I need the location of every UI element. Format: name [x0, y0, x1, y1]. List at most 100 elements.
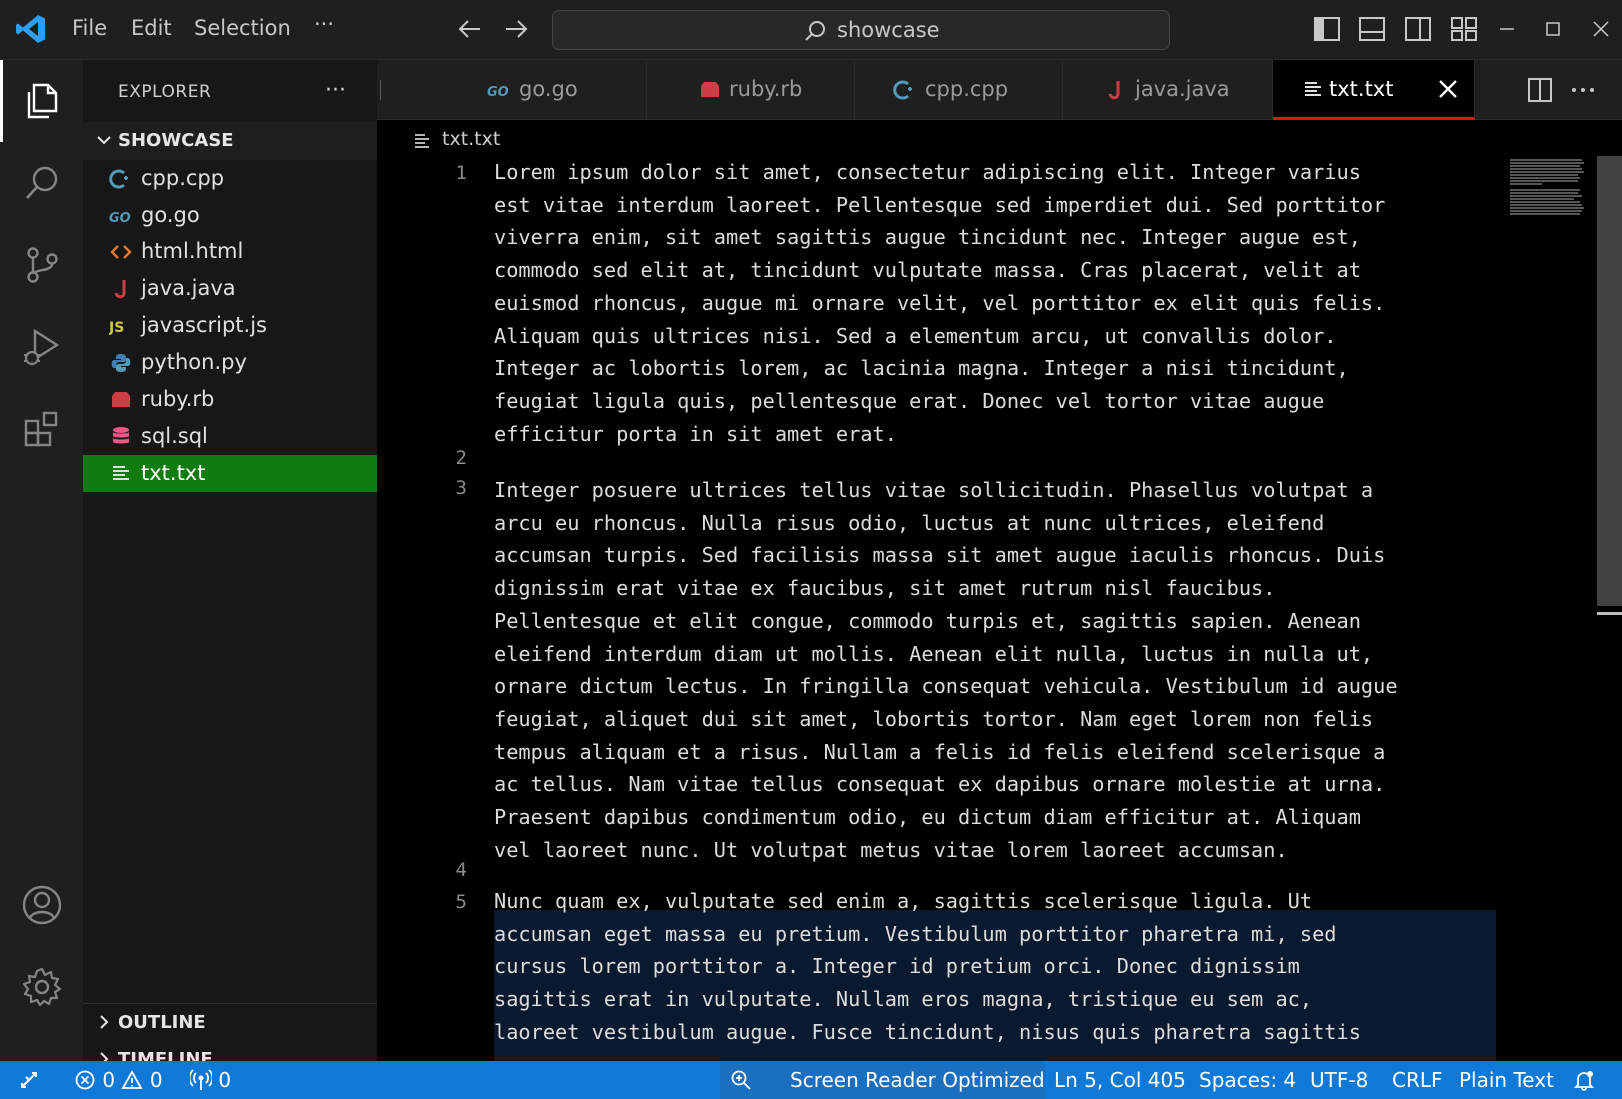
title-bar: File Edit Selection ··· showcase [0, 0, 1622, 60]
account-icon [22, 885, 61, 925]
editor-line: Lorem ipsum dolor sit amet, consectetur … [494, 160, 1386, 446]
java-icon [114, 280, 126, 299]
file-item-sql[interactable]: sql.sql [83, 418, 377, 455]
minimize-icon[interactable] [1496, 18, 1518, 40]
warning-icon [121, 1070, 143, 1089]
text-editor[interactable]: 1 2 3 4 5 Lorem ipsum dolor sit amet, co… [377, 156, 1507, 1061]
cpp-icon [109, 169, 128, 189]
tab-overflow-divider [377, 80, 381, 100]
go-icon: GO [109, 211, 131, 226]
file-item-python[interactable]: python.py [83, 344, 377, 381]
file-name: java.java [141, 276, 236, 300]
activity-manage[interactable] [0, 946, 83, 1028]
activity-run-debug[interactable] [0, 306, 83, 388]
indentation[interactable]: Spaces: 4 [1199, 1068, 1296, 1092]
sidebar-more-actions[interactable]: ··· [325, 78, 346, 103]
customize-layout-icon[interactable] [1450, 16, 1478, 42]
gear-icon [22, 967, 61, 1007]
line-number: 5 [455, 891, 467, 913]
forward-arrow-icon[interactable] [501, 14, 531, 44]
toggle-panel-icon[interactable] [1358, 16, 1386, 42]
error-count: 0 [102, 1068, 116, 1092]
javascript-icon: JS [109, 320, 124, 336]
remote-indicator[interactable] [18, 1068, 40, 1092]
file-name: cpp.cpp [141, 166, 225, 190]
back-arrow-icon[interactable] [455, 14, 485, 44]
file-name: go.go [141, 203, 200, 227]
run-debug-icon [23, 328, 59, 366]
tab-cpp[interactable]: cpp.cpp [855, 60, 1063, 120]
bell-icon [1573, 1071, 1595, 1091]
line-number: 1 [455, 162, 467, 184]
problems-indicator[interactable]: 0 0 [74, 1068, 163, 1092]
command-center-search[interactable]: showcase [552, 10, 1170, 50]
file-item-cpp[interactable]: cpp.cpp [83, 160, 377, 197]
folder-section-header[interactable]: SHOWCASE [83, 122, 377, 160]
menu-edit[interactable]: Edit [131, 16, 172, 40]
notifications[interactable] [1573, 1068, 1595, 1092]
toggle-secondary-sidebar-icon[interactable] [1404, 16, 1432, 42]
file-name: javascript.js [141, 313, 267, 337]
activity-extensions[interactable] [0, 388, 83, 470]
cursor-position[interactable]: Ln 5, Col 405 [1054, 1068, 1186, 1092]
minimap[interactable] [1508, 156, 1598, 226]
error-icon [75, 1070, 95, 1090]
screen-reader-mode[interactable]: Screen Reader Optimized [790, 1068, 1045, 1092]
activity-bar [0, 60, 83, 1061]
breadcrumb-file: txt.txt [442, 128, 501, 150]
activity-search[interactable] [0, 142, 83, 224]
tab-java[interactable]: java.java [1063, 60, 1273, 120]
file-name: sql.sql [141, 424, 208, 448]
line-number: 3 [455, 477, 467, 499]
activity-explorer[interactable] [0, 60, 83, 142]
folder-name: SHOWCASE [118, 130, 234, 151]
ports-indicator[interactable]: 0 [188, 1068, 231, 1092]
file-item-ruby[interactable]: ruby.rb [83, 381, 377, 418]
tab-label: cpp.cpp [925, 77, 1009, 101]
tab-ruby[interactable]: ruby.rb [647, 60, 855, 120]
file-name: python.py [141, 350, 247, 374]
search-text: showcase [837, 18, 940, 42]
cpp-icon [893, 80, 912, 100]
close-window-icon[interactable] [1590, 18, 1612, 40]
search-icon [805, 21, 825, 41]
activity-source-control[interactable] [0, 224, 83, 306]
more-actions-icon[interactable] [1569, 76, 1597, 104]
file-item-html[interactable]: html.html [83, 233, 377, 270]
activity-accounts[interactable] [0, 864, 83, 946]
file-item-javascript[interactable]: JS javascript.js [83, 307, 377, 344]
line-number: 2 [455, 447, 467, 469]
end-of-line[interactable]: CRLF [1392, 1068, 1443, 1092]
menu-selection[interactable]: Selection [194, 16, 291, 40]
zoom-indicator[interactable] [730, 1068, 752, 1092]
close-icon[interactable] [1435, 76, 1461, 102]
maximize-icon[interactable] [1542, 18, 1564, 40]
html-icon [110, 245, 132, 259]
ruby-icon [701, 82, 719, 97]
broadcast-icon [188, 1069, 214, 1090]
text-file-icon [1305, 82, 1321, 96]
language-mode[interactable]: Plain Text [1459, 1068, 1554, 1092]
svg-text:GO: GO [109, 211, 131, 226]
tab-txt[interactable]: txt.txt [1273, 60, 1475, 120]
file-item-java[interactable]: java.java [83, 270, 377, 307]
tab-label: go.go [519, 77, 578, 101]
encoding[interactable]: UTF-8 [1310, 1068, 1368, 1092]
toggle-primary-sidebar-icon[interactable] [1313, 16, 1341, 42]
warning-count: 0 [149, 1068, 163, 1092]
file-name: txt.txt [141, 461, 206, 485]
outline-section-header[interactable]: OUTLINE [83, 1003, 377, 1041]
menu-more[interactable]: ··· [314, 12, 334, 36]
tab-go[interactable]: GO go.go [437, 60, 647, 120]
file-item-go[interactable]: GO go.go [83, 197, 377, 234]
split-editor-icon[interactable] [1526, 76, 1554, 104]
editor-scrollbar[interactable] [1597, 156, 1622, 606]
menu-file[interactable]: File [72, 16, 107, 40]
file-item-txt[interactable]: txt.txt [83, 455, 377, 492]
vscode-logo-icon [16, 15, 45, 43]
svg-text:JS: JS [109, 320, 124, 336]
tab-label: java.java [1135, 77, 1230, 101]
zoom-icon [731, 1070, 751, 1090]
file-name: html.html [141, 239, 244, 263]
text-file-icon [113, 466, 129, 480]
